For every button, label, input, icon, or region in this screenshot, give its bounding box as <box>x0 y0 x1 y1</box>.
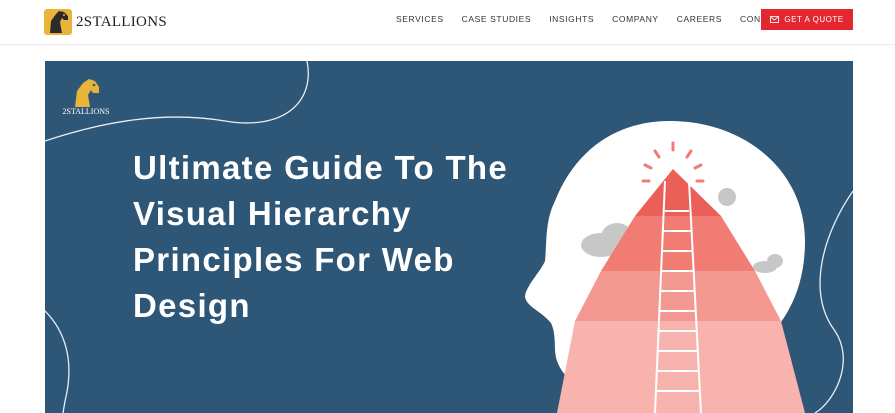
hero-title: Ultimate Guide To The Visual Hierarchy P… <box>133 149 509 324</box>
pyramid-tier-bottom <box>557 321 805 413</box>
nav-item-case-studies[interactable]: CASE STUDIES <box>462 14 532 24</box>
nav-item-careers[interactable]: CAREERS <box>677 14 722 24</box>
get-a-quote-button[interactable]: GET A QUOTE <box>761 9 853 30</box>
nav-item-services[interactable]: SERVICES <box>396 14 444 24</box>
brand-name: 2STALLIONS <box>76 13 167 30</box>
site-header: 2STALLIONS SERVICES CASE STUDIES INSIGHT… <box>0 0 895 45</box>
decorative-curve-right <box>814 190 853 413</box>
pyramid-tier-mid <box>575 271 781 321</box>
main-nav: SERVICES CASE STUDIES INSIGHTS COMPANY C… <box>396 0 800 38</box>
sun-circle <box>718 188 736 206</box>
horse-logo-icon <box>44 9 72 35</box>
envelope-icon <box>770 16 780 23</box>
get-a-quote-label: GET A QUOTE <box>784 15 844 24</box>
brand-logo[interactable]: 2STALLIONS <box>44 5 167 39</box>
hero-banner: 2STALLIONS Ultimate Guide To The Visual … <box>45 61 853 413</box>
nav-item-insights[interactable]: INSIGHTS <box>549 14 594 24</box>
nav-item-company[interactable]: COMPANY <box>612 14 659 24</box>
decorative-curve-left <box>45 310 70 413</box>
hero-logo-text: 2STALLIONS <box>62 107 110 116</box>
